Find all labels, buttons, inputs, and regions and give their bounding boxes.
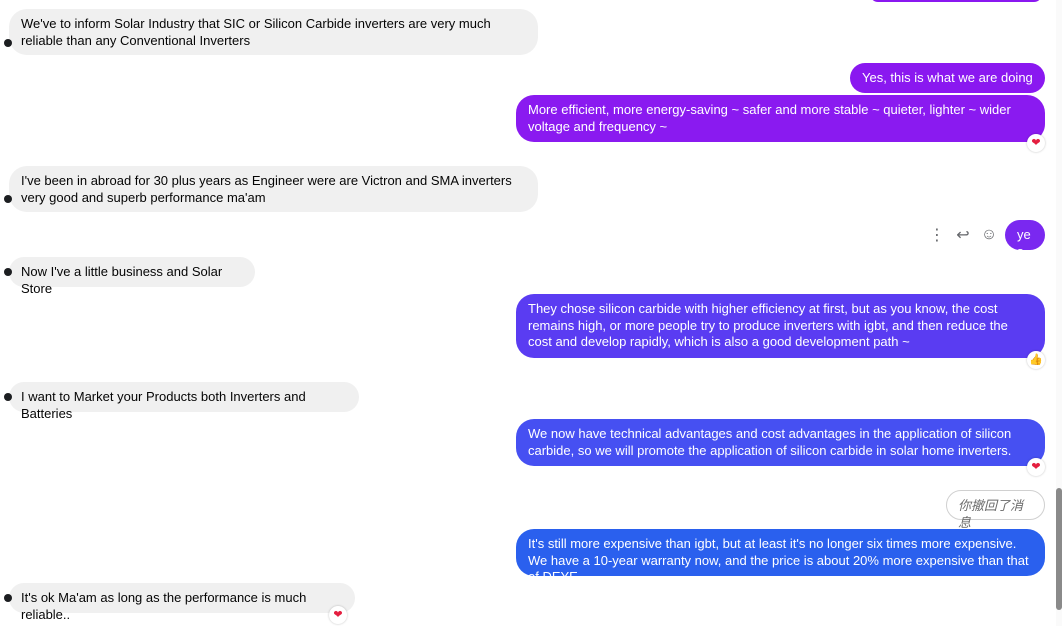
sender-avatar[interactable] bbox=[4, 393, 12, 401]
previous-message-edge bbox=[870, 0, 1042, 2]
message-text: Now I've a little business and Solar Sto… bbox=[21, 264, 223, 296]
outgoing-message[interactable]: They chose silicon carbide with higher e… bbox=[516, 294, 1045, 358]
scrollbar-thumb[interactable] bbox=[1056, 488, 1062, 610]
react-icon[interactable]: ☺ bbox=[981, 226, 997, 244]
more-options-icon[interactable]: ⋮ bbox=[929, 226, 945, 244]
message-text: They chose silicon carbide with higher e… bbox=[528, 301, 1008, 349]
incoming-message[interactable]: It's ok Ma'am as long as the performance… bbox=[4, 583, 355, 622]
heart-reaction-icon[interactable]: ❤ bbox=[1027, 134, 1045, 152]
message-text: We've to inform Solar Industry that SIC … bbox=[21, 16, 491, 48]
message-text: 你撤回了消息 bbox=[958, 498, 1024, 530]
sender-avatar[interactable] bbox=[4, 268, 12, 276]
message-actions: ⋮ ↩ ☺ bbox=[929, 226, 997, 244]
incoming-message[interactable]: I've been in abroad for 30 plus years as… bbox=[4, 166, 538, 212]
message-text: I want to Market your Products both Inve… bbox=[21, 389, 306, 421]
message-text: More efficient, more energy-saving ~ saf… bbox=[528, 102, 1011, 134]
incoming-message[interactable]: Now I've a little business and Solar Sto… bbox=[4, 257, 255, 296]
recalled-message-notice: 你撤回了消息 bbox=[946, 490, 1045, 530]
message-text: It's ok Ma'am as long as the performance… bbox=[21, 590, 307, 622]
outgoing-message[interactable]: Yes, this is what we are doing ~ bbox=[850, 63, 1045, 102]
incoming-message[interactable]: I want to Market your Products both Inve… bbox=[4, 382, 359, 421]
sender-avatar[interactable] bbox=[4, 594, 12, 602]
outgoing-message[interactable]: yes bbox=[1005, 220, 1045, 259]
message-text: We now have technical advantages and cos… bbox=[528, 426, 1012, 458]
reply-icon[interactable]: ↩ bbox=[956, 226, 970, 244]
heart-reaction-icon[interactable]: ❤ bbox=[329, 606, 347, 624]
heart-reaction-icon[interactable]: ❤ bbox=[1027, 458, 1045, 476]
message-text: yes bbox=[1017, 227, 1031, 259]
sender-avatar[interactable] bbox=[4, 39, 12, 47]
message-text: I've been in abroad for 30 plus years as… bbox=[21, 173, 512, 205]
sender-avatar[interactable] bbox=[4, 195, 12, 203]
chat-thread: We've to inform Solar Industry that SIC … bbox=[0, 0, 1062, 626]
thumbs-up-reaction-icon[interactable]: 👍 bbox=[1027, 351, 1045, 369]
outgoing-message[interactable]: We now have technical advantages and cos… bbox=[516, 419, 1045, 466]
incoming-message[interactable]: We've to inform Solar Industry that SIC … bbox=[4, 9, 538, 55]
outgoing-message[interactable]: More efficient, more energy-saving ~ saf… bbox=[516, 95, 1045, 142]
outgoing-message[interactable]: It's still more expensive than igbt, but… bbox=[516, 529, 1045, 584]
message-text: It's still more expensive than igbt, but… bbox=[528, 536, 1029, 584]
